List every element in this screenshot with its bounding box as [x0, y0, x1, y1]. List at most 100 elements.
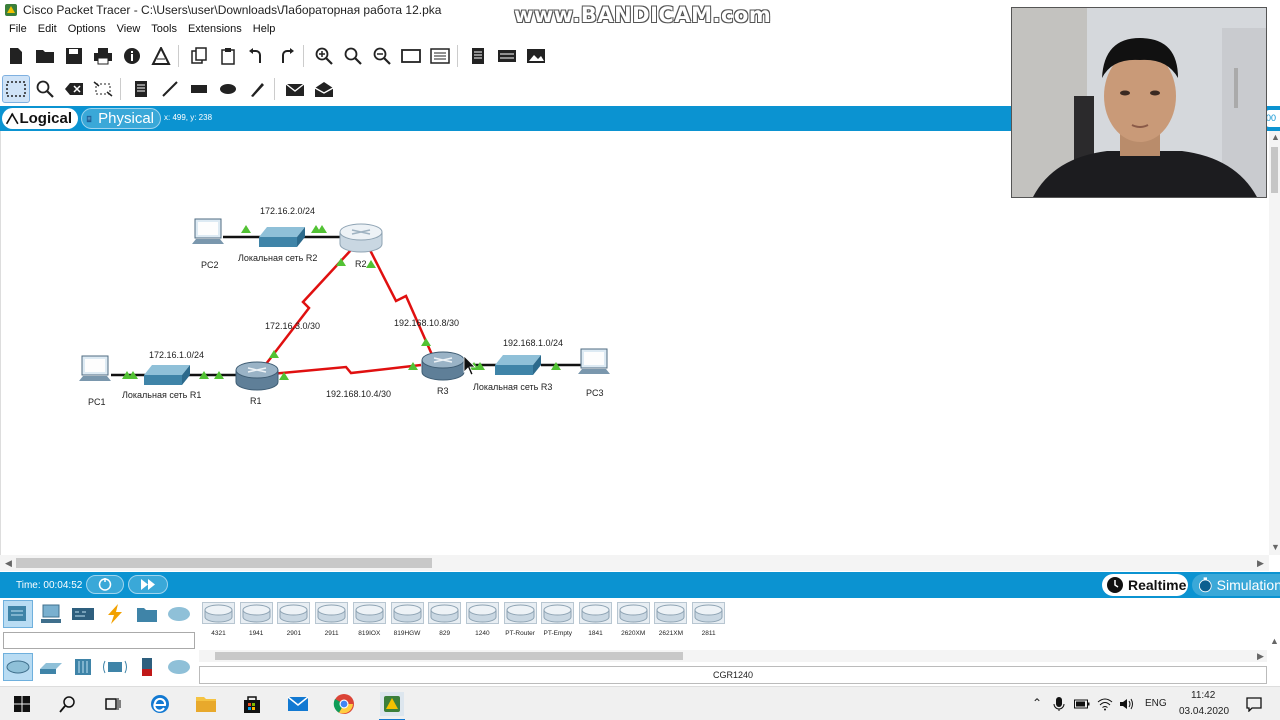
power-cycle-button[interactable]	[86, 575, 124, 594]
open-folder-icon[interactable]	[32, 43, 58, 69]
category-components-icon[interactable]	[69, 601, 97, 627]
horizontal-scroll-thumb[interactable]	[16, 558, 432, 568]
router-model-1941[interactable]: 1941	[239, 602, 274, 637]
router-model-829[interactable]: 829	[427, 602, 462, 637]
edge-browser-icon[interactable]	[148, 692, 172, 716]
custom-devices-icon[interactable]	[427, 43, 453, 69]
add-complex-pdu-icon[interactable]	[311, 76, 337, 102]
volume-icon[interactable]	[1118, 692, 1136, 716]
physical-icon	[86, 115, 92, 122]
zoom-reset-icon[interactable]	[340, 43, 366, 69]
subcategory-wireless-icon[interactable]	[101, 654, 129, 680]
save-icon[interactable]	[61, 43, 87, 69]
subcategory-hubs-icon[interactable]	[69, 654, 97, 680]
mail-icon[interactable]	[286, 692, 310, 716]
router-model-2621xm[interactable]: 2621XM	[653, 602, 688, 637]
resize-icon[interactable]	[90, 76, 116, 102]
print-icon[interactable]	[90, 43, 116, 69]
menu-view[interactable]: View	[108, 21, 141, 39]
router-model-2811[interactable]: 2811	[691, 602, 726, 637]
input-language[interactable]: ENG	[1145, 698, 1167, 709]
subcategory-switches-icon[interactable]	[37, 654, 65, 680]
router-model-819hgw[interactable]: 819HGW	[390, 602, 425, 637]
battery-icon[interactable]	[1073, 692, 1091, 716]
packet-tracer-taskbar-icon[interactable]	[380, 692, 404, 716]
router-model-819iox[interactable]: 819IOX	[352, 602, 387, 637]
workspace-horizontal-scrollbar[interactable]: ◀ ▶	[0, 555, 1269, 571]
subcategory-wan-emulation-icon[interactable]	[165, 654, 193, 680]
add-simple-pdu-icon[interactable]	[282, 76, 308, 102]
models-scroll-right-icon[interactable]: ▶	[1257, 651, 1264, 662]
notes-icon[interactable]	[465, 43, 491, 69]
undo-icon[interactable]	[244, 43, 270, 69]
microphone-icon[interactable]	[1050, 692, 1068, 716]
scroll-left-icon[interactable]: ◀	[5, 558, 12, 569]
redo-icon[interactable]	[273, 43, 299, 69]
clock-time[interactable]: 11:42	[1191, 690, 1215, 701]
notifications-icon[interactable]	[1244, 692, 1264, 716]
clock-date[interactable]: 03.04.2020	[1179, 706, 1229, 717]
image-icon[interactable]	[523, 43, 549, 69]
draw-line-icon[interactable]	[157, 76, 183, 102]
router-model-2620xm[interactable]: 2620XM	[616, 602, 651, 637]
router-model-1240[interactable]: 1240	[465, 602, 500, 637]
new-file-icon[interactable]	[3, 43, 29, 69]
workspace-vertical-scrollbar[interactable]: ▲ ▼	[1269, 131, 1280, 555]
panel-scroll-up-icon[interactable]: ▲	[1270, 636, 1279, 646]
category-network-devices-icon[interactable]	[3, 600, 33, 628]
task-view-icon[interactable]	[101, 692, 125, 716]
delete-icon[interactable]	[61, 76, 87, 102]
category-multiuser-icon[interactable]	[165, 601, 193, 627]
router-model-1841[interactable]: 1841	[578, 602, 613, 637]
router-model-pt-router[interactable]: PT-Router	[503, 602, 538, 637]
network-wizard-icon[interactable]	[148, 43, 174, 69]
wifi-icon[interactable]	[1096, 692, 1114, 716]
scroll-down-icon[interactable]: ▼	[1271, 542, 1280, 552]
menu-tools[interactable]: Tools	[142, 21, 177, 39]
store-icon[interactable]	[240, 692, 264, 716]
models-scrollbar[interactable]	[199, 650, 1267, 662]
scroll-up-icon[interactable]: ▲	[1271, 132, 1280, 142]
fast-forward-button[interactable]	[128, 575, 168, 594]
logical-tab[interactable]: Logical	[2, 108, 78, 129]
copy-icon[interactable]	[186, 43, 212, 69]
drawing-palette-icon[interactable]	[398, 43, 424, 69]
place-note-icon[interactable]	[128, 76, 154, 102]
zoom-out-icon[interactable]	[369, 43, 395, 69]
menu-options[interactable]: Options	[59, 21, 106, 39]
draw-rectangle-icon[interactable]	[186, 76, 212, 102]
simulation-mode-button[interactable]: Simulation	[1192, 574, 1280, 596]
category-end-devices-icon[interactable]	[37, 601, 65, 627]
paste-icon[interactable]	[215, 43, 241, 69]
subcategory-routers-icon[interactable]	[3, 653, 33, 681]
menu-extensions[interactable]: Extensions	[179, 21, 242, 39]
router-model-4321[interactable]: 4321	[201, 602, 236, 637]
info-icon[interactable]	[119, 43, 145, 69]
scroll-right-icon[interactable]: ▶	[1257, 558, 1264, 569]
realtime-mode-button[interactable]: Realtime	[1102, 574, 1188, 596]
vertical-scroll-thumb[interactable]	[1271, 147, 1278, 193]
category-misc-icon[interactable]	[133, 601, 161, 627]
select-tool-icon[interactable]	[2, 75, 30, 103]
zoom-in-icon[interactable]	[311, 43, 337, 69]
inspect-icon[interactable]	[32, 76, 58, 102]
subcategory-security-icon[interactable]	[133, 654, 161, 680]
category-connections-icon[interactable]	[101, 601, 129, 627]
menu-file[interactable]: File	[0, 21, 27, 39]
search-icon[interactable]	[56, 692, 80, 716]
freeform-icon[interactable]	[244, 76, 270, 102]
chrome-icon[interactable]	[332, 692, 356, 716]
router-model-2911[interactable]: 2911	[314, 602, 349, 637]
menu-help[interactable]: Help	[244, 21, 276, 39]
router-model-2901[interactable]: 2901	[276, 602, 311, 637]
models-scroll-thumb[interactable]	[215, 652, 683, 660]
viewport-icon[interactable]	[494, 43, 520, 69]
menu-edit[interactable]: Edit	[29, 21, 57, 39]
start-button-icon[interactable]	[10, 692, 34, 716]
draw-ellipse-icon[interactable]	[215, 76, 241, 102]
file-explorer-icon[interactable]	[194, 692, 218, 716]
show-hidden-icons-icon[interactable]: ⌃	[1032, 696, 1042, 710]
router-model-pt-empty[interactable]: PT-Empty	[540, 602, 575, 637]
physical-tab[interactable]: Physical	[81, 108, 161, 129]
collapsed-tab[interactable]: 00	[1266, 110, 1280, 127]
